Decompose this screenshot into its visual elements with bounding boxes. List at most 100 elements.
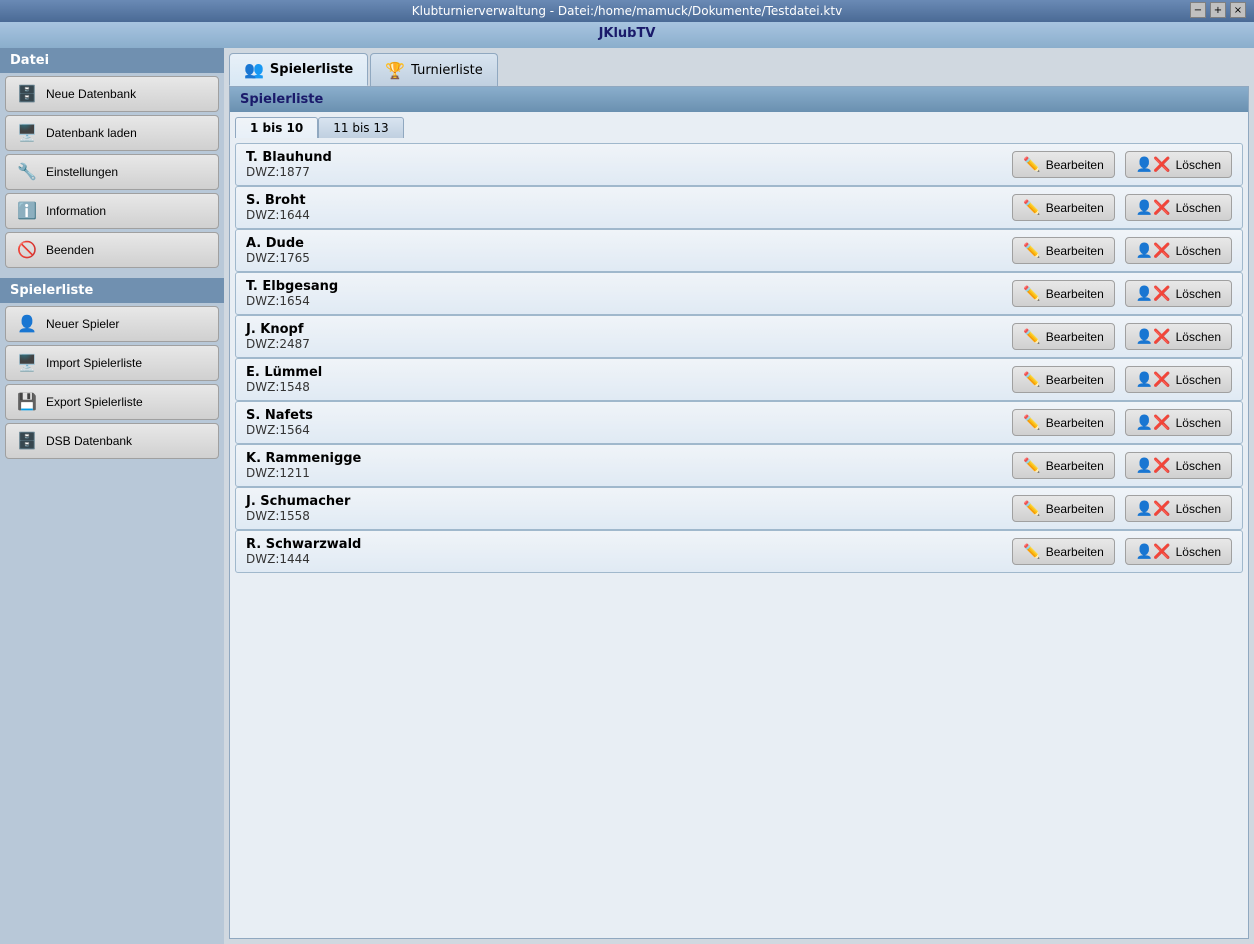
player-name: E. Lümmel	[246, 365, 1002, 380]
bearbeiten-label: Bearbeiten	[1046, 545, 1104, 559]
new-player-icon: 👤	[16, 313, 38, 335]
exit-icon: 🚫	[16, 239, 38, 261]
datenbank-laden-label: Datenbank laden	[46, 126, 137, 140]
loeschen-button[interactable]: 👤❌Löschen	[1125, 194, 1232, 221]
player-name: S. Nafets	[246, 408, 1002, 423]
page-tab-1-10[interactable]: 1 bis 10	[235, 117, 318, 138]
information-label: Information	[46, 204, 106, 218]
spielerliste-section-header: Spielerliste	[0, 278, 224, 303]
bearbeiten-button[interactable]: ✏️Bearbeiten	[1012, 323, 1114, 350]
sidebar-item-information[interactable]: ℹ️ Information	[5, 193, 219, 229]
bearbeiten-button[interactable]: ✏️ Bearbeiten	[1012, 495, 1114, 522]
edit-icon: ✏️	[1023, 371, 1040, 388]
bearbeiten-button[interactable]: ✏️Bearbeiten	[1012, 409, 1114, 436]
player-name: J. Knopf	[246, 322, 1002, 337]
delete-icon: 👤❌	[1136, 242, 1171, 259]
bearbeiten-button[interactable]: ✏️Bearbeiten	[1012, 280, 1114, 307]
export-spielerliste-label: Export Spielerliste	[46, 395, 143, 409]
bearbeiten-label: Bearbeiten	[1046, 373, 1104, 387]
player-dwz: DWZ:1548	[246, 380, 1002, 394]
delete-icon: 👤❌	[1136, 156, 1171, 173]
player-row: S. NafetsDWZ:1564 ✏️Bearbeiten 👤❌ Löschen	[235, 401, 1243, 444]
bearbeiten-button[interactable]: ✏️Bearbeiten	[1012, 452, 1114, 479]
close-button[interactable]: ×	[1230, 2, 1246, 18]
tab-spielerliste[interactable]: 👥 Spielerliste	[229, 53, 368, 86]
player-rows-container: T. BlauhundDWZ:1877 ✏️ Bearbeiten 👤❌ Löschen…	[235, 143, 1243, 573]
loeschen-label: Löschen	[1176, 373, 1221, 387]
loeschen-button[interactable]: 👤❌Löschen	[1125, 151, 1232, 178]
minimize-button[interactable]: −	[1190, 2, 1206, 18]
sidebar-item-datenbank-laden[interactable]: 🖥️ Datenbank laden	[5, 115, 219, 151]
sidebar-item-export-spielerliste[interactable]: 💾 Export Spielerliste	[5, 384, 219, 420]
player-row: K. RammeniggeDWZ:1211✏️Bearbeiten👤❌Lösch…	[235, 444, 1243, 487]
loeschen-label: Löschen	[1176, 287, 1221, 301]
sidebar-item-neuer-spieler[interactable]: 👤 Neuer Spieler	[5, 306, 219, 342]
database-load-icon: 🖥️	[16, 122, 38, 144]
window-title: Klubturnierverwaltung - Datei:/home/mamu…	[412, 4, 842, 18]
sidebar-item-dsb-datenbank[interactable]: 🗄️ DSB Datenbank	[5, 423, 219, 459]
window-controls: − + ×	[1190, 2, 1246, 18]
loeschen-button[interactable]: 👤❌ Löschen	[1125, 323, 1232, 350]
loeschen-label: Löschen	[1176, 459, 1221, 473]
delete-icon: 👤❌	[1136, 543, 1171, 560]
maximize-button[interactable]: +	[1210, 2, 1226, 18]
einstellungen-label: Einstellungen	[46, 165, 118, 179]
tab-spielerliste-label: Spielerliste	[270, 62, 353, 77]
tab-turnierliste[interactable]: 🏆 Turnierliste	[370, 53, 498, 86]
edit-icon: ✏️	[1023, 500, 1040, 517]
player-name: T. Blauhund	[246, 150, 1002, 165]
loeschen-button[interactable]: 👤❌ Löschen	[1125, 452, 1232, 479]
sidebar-item-import-spielerliste[interactable]: 🖥️ Import Spielerliste	[5, 345, 219, 381]
bearbeiten-button[interactable]: ✏️Bearbeiten	[1012, 538, 1114, 565]
app-name: JKlubTV	[599, 26, 656, 41]
player-info: S. NafetsDWZ:1564	[246, 408, 1002, 437]
loeschen-button[interactable]: 👤❌ Löschen	[1125, 538, 1232, 565]
database-add-icon: 🗄️	[16, 83, 38, 105]
edit-icon: ✏️	[1023, 199, 1040, 216]
loeschen-button[interactable]: 👤❌Löschen	[1125, 495, 1232, 522]
bearbeiten-button[interactable]: ✏️ Bearbeiten	[1012, 366, 1114, 393]
loeschen-button[interactable]: 👤❌ Löschen	[1125, 366, 1232, 393]
bearbeiten-label: Bearbeiten	[1046, 201, 1104, 215]
delete-icon: 👤❌	[1136, 457, 1171, 474]
delete-icon: 👤❌	[1136, 414, 1171, 431]
delete-icon: 👤❌	[1136, 328, 1171, 345]
player-info: A. DudeDWZ:1765	[246, 236, 1002, 265]
player-name: A. Dude	[246, 236, 1002, 251]
turnierliste-tab-icon: 🏆	[385, 61, 405, 80]
sidebar-item-neue-datenbank[interactable]: 🗄️ Neue Datenbank	[5, 76, 219, 112]
player-name: T. Elbgesang	[246, 279, 1002, 294]
player-info: R. SchwarzwaldDWZ:1444	[246, 537, 1002, 566]
settings-icon: 🔧	[16, 161, 38, 183]
export-icon: 💾	[16, 391, 38, 413]
loeschen-label: Löschen	[1176, 330, 1221, 344]
loeschen-button[interactable]: 👤❌Löschen	[1125, 280, 1232, 307]
edit-icon: ✏️	[1023, 242, 1040, 259]
bearbeiten-button[interactable]: ✏️Bearbeiten	[1012, 151, 1114, 178]
edit-icon: ✏️	[1023, 414, 1040, 431]
page-tab-11-13[interactable]: 11 bis 13	[318, 117, 403, 138]
player-name: R. Schwarzwald	[246, 537, 1002, 552]
loeschen-button[interactable]: 👤❌Löschen	[1125, 237, 1232, 264]
player-row: J. KnopfDWZ:2487✏️Bearbeiten👤❌Löschen	[235, 315, 1243, 358]
player-row: E. LümmelDWZ:1548 ✏️ Bearbeiten 👤❌ Löschen	[235, 358, 1243, 401]
bearbeiten-label: Bearbeiten	[1046, 244, 1104, 258]
player-list: T. BlauhundDWZ:1877 ✏️ Bearbeiten 👤❌ Löschen…	[230, 138, 1248, 938]
tab-turnierliste-label: Turnierliste	[411, 63, 483, 78]
bearbeiten-button[interactable]: ✏️ Bearbeiten	[1012, 237, 1114, 264]
delete-icon: 👤❌	[1136, 371, 1171, 388]
bearbeiten-label: Bearbeiten	[1046, 459, 1104, 473]
bearbeiten-label: Bearbeiten	[1046, 502, 1104, 516]
main-layout: Datei 🗄️ Neue Datenbank 🖥️ Datenbank lad…	[0, 48, 1254, 944]
bearbeiten-button[interactable]: ✏️ Bearbeiten	[1012, 194, 1114, 221]
bearbeiten-label: Bearbeiten	[1046, 287, 1104, 301]
player-row: R. SchwarzwaldDWZ:1444 ✏️Bearbeiten 👤❌ Lösc…	[235, 530, 1243, 573]
player-row: J. SchumacherDWZ:1558✏️Bearbeiten👤❌Lösch…	[235, 487, 1243, 530]
sidebar-item-einstellungen[interactable]: 🔧 Einstellungen	[5, 154, 219, 190]
player-dwz: DWZ:1877	[246, 165, 1002, 179]
loeschen-label: Löschen	[1176, 416, 1221, 430]
loeschen-button[interactable]: 👤❌ Löschen	[1125, 409, 1232, 436]
sidebar-item-beenden[interactable]: 🚫 Beenden	[5, 232, 219, 268]
loeschen-label: Löschen	[1176, 545, 1221, 559]
neuer-spieler-label: Neuer Spieler	[46, 317, 119, 331]
